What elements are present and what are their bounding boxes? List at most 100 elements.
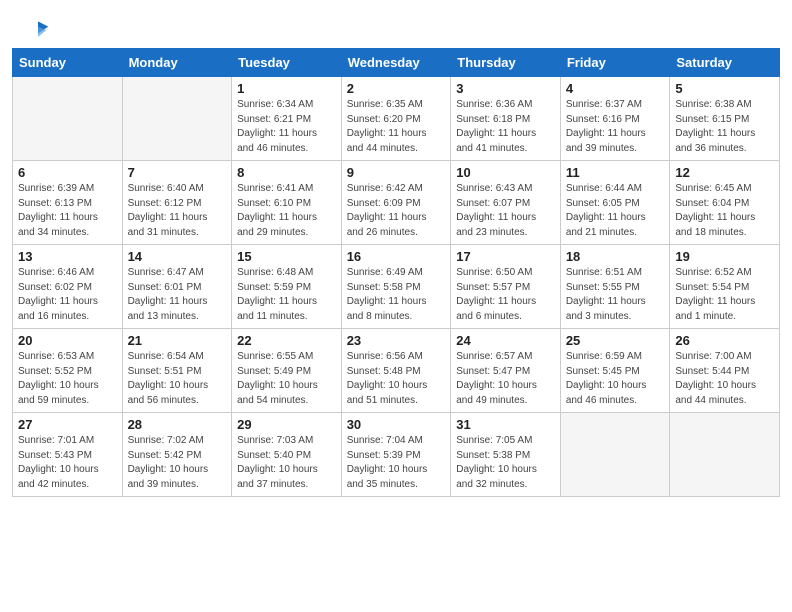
day-number: 27 [18,417,117,432]
day-info: Sunrise: 6:45 AM Sunset: 6:04 PM Dayligh… [675,182,774,240]
day-info: Sunrise: 6:59 AM Sunset: 5:45 PM Dayligh… [566,350,665,408]
calendar-cell: 1 Sunrise: 6:34 AM Sunset: 6:21 PM Daylig… [232,77,342,161]
day-info: Sunrise: 6:52 AM Sunset: 5:54 PM Dayligh… [675,266,774,324]
calendar-cell: 10 Sunrise: 6:43 AM Sunset: 6:07 PM Dayli… [451,161,561,245]
day-number: 31 [456,417,555,432]
calendar-cell: 3 Sunrise: 6:36 AM Sunset: 6:18 PM Daylig… [451,77,561,161]
day-info: Sunrise: 6:47 AM Sunset: 6:01 PM Dayligh… [128,266,227,324]
weekday-header: Thursday [451,49,561,77]
weekday-header: Saturday [670,49,780,77]
calendar-cell: 28 Sunrise: 7:02 AM Sunset: 5:42 PM Dayli… [122,413,232,497]
day-number: 29 [237,417,336,432]
day-number: 25 [566,333,665,348]
day-number: 15 [237,249,336,264]
day-number: 30 [347,417,446,432]
day-number: 19 [675,249,774,264]
day-number: 28 [128,417,227,432]
calendar-cell: 24 Sunrise: 6:57 AM Sunset: 5:47 PM Dayli… [451,329,561,413]
calendar-table: SundayMondayTuesdayWednesdayThursdayFrid… [12,48,780,497]
calendar-cell: 4Sunrise: 6:37 AM Sunset: 6:16 PM Daylig… [560,77,670,161]
calendar-wrap: SundayMondayTuesdayWednesdayThursdayFrid… [0,48,792,507]
calendar-cell: 12 Sunrise: 6:45 AM Sunset: 6:04 PM Dayli… [670,161,780,245]
weekday-header: Friday [560,49,670,77]
day-info: Sunrise: 6:54 AM Sunset: 5:51 PM Dayligh… [128,350,227,408]
day-number: 26 [675,333,774,348]
calendar-cell: 19 Sunrise: 6:52 AM Sunset: 5:54 PM Dayli… [670,245,780,329]
day-number: 16 [347,249,446,264]
calendar-cell: 27 Sunrise: 7:01 AM Sunset: 5:43 PM Dayli… [13,413,123,497]
day-info: Sunrise: 6:57 AM Sunset: 5:47 PM Dayligh… [456,350,555,408]
calendar-cell: 31 Sunrise: 7:05 AM Sunset: 5:38 PM Dayli… [451,413,561,497]
day-number: 12 [675,165,774,180]
calendar-header-row: SundayMondayTuesdayWednesdayThursdayFrid… [13,49,780,77]
day-info: Sunrise: 6:44 AM Sunset: 6:05 PM Dayligh… [566,182,665,240]
day-number: 21 [128,333,227,348]
page: SundayMondayTuesdayWednesdayThursdayFrid… [0,0,792,612]
day-number: 2 [347,81,446,96]
calendar-cell [670,413,780,497]
calendar-week-row: 20 Sunrise: 6:53 AM Sunset: 5:52 PM Dayli… [13,329,780,413]
day-number: 23 [347,333,446,348]
day-info: Sunrise: 6:34 AM Sunset: 6:21 PM Dayligh… [237,98,336,156]
calendar-cell: 6 Sunrise: 6:39 AM Sunset: 6:13 PM Daylig… [13,161,123,245]
calendar-cell [560,413,670,497]
day-number: 22 [237,333,336,348]
weekday-header: Monday [122,49,232,77]
day-number: 5 [675,81,774,96]
calendar-cell: 8Sunrise: 6:41 AM Sunset: 6:10 PM Daylig… [232,161,342,245]
calendar-cell: 30 Sunrise: 7:04 AM Sunset: 5:39 PM Dayli… [341,413,451,497]
day-number: 9 [347,165,446,180]
calendar-cell: 21 Sunrise: 6:54 AM Sunset: 5:51 PM Dayli… [122,329,232,413]
day-info: Sunrise: 7:00 AM Sunset: 5:44 PM Dayligh… [675,350,774,408]
day-number: 3 [456,81,555,96]
day-info: Sunrise: 6:36 AM Sunset: 6:18 PM Dayligh… [456,98,555,156]
day-info: Sunrise: 7:02 AM Sunset: 5:42 PM Dayligh… [128,434,227,492]
day-info: Sunrise: 6:42 AM Sunset: 6:09 PM Dayligh… [347,182,446,240]
day-number: 4 [566,81,665,96]
calendar-cell: 18Sunrise: 6:51 AM Sunset: 5:55 PM Dayli… [560,245,670,329]
weekday-header: Wednesday [341,49,451,77]
logo [24,18,50,38]
day-info: Sunrise: 6:48 AM Sunset: 5:59 PM Dayligh… [237,266,336,324]
calendar-week-row: 1 Sunrise: 6:34 AM Sunset: 6:21 PM Daylig… [13,77,780,161]
day-info: Sunrise: 7:01 AM Sunset: 5:43 PM Dayligh… [18,434,117,492]
day-info: Sunrise: 6:39 AM Sunset: 6:13 PM Dayligh… [18,182,117,240]
calendar-cell [122,77,232,161]
calendar-cell [13,77,123,161]
day-info: Sunrise: 6:51 AM Sunset: 5:55 PM Dayligh… [566,266,665,324]
day-number: 24 [456,333,555,348]
calendar-cell: 15 Sunrise: 6:48 AM Sunset: 5:59 PM Dayli… [232,245,342,329]
day-info: Sunrise: 7:04 AM Sunset: 5:39 PM Dayligh… [347,434,446,492]
day-number: 7 [128,165,227,180]
calendar-cell: 7Sunrise: 6:40 AM Sunset: 6:12 PM Daylig… [122,161,232,245]
day-number: 13 [18,249,117,264]
day-number: 17 [456,249,555,264]
day-number: 20 [18,333,117,348]
day-info: Sunrise: 6:55 AM Sunset: 5:49 PM Dayligh… [237,350,336,408]
day-info: Sunrise: 6:46 AM Sunset: 6:02 PM Dayligh… [18,266,117,324]
day-number: 10 [456,165,555,180]
day-number: 1 [237,81,336,96]
calendar-cell: 2 Sunrise: 6:35 AM Sunset: 6:20 PM Daylig… [341,77,451,161]
calendar-cell: 17Sunrise: 6:50 AM Sunset: 5:57 PM Dayli… [451,245,561,329]
day-info: Sunrise: 6:35 AM Sunset: 6:20 PM Dayligh… [347,98,446,156]
weekday-header: Tuesday [232,49,342,77]
calendar-week-row: 13 Sunrise: 6:46 AM Sunset: 6:02 PM Dayli… [13,245,780,329]
calendar-cell: 20 Sunrise: 6:53 AM Sunset: 5:52 PM Dayli… [13,329,123,413]
day-number: 11 [566,165,665,180]
calendar-cell: 29 Sunrise: 7:03 AM Sunset: 5:40 PM Dayli… [232,413,342,497]
day-info: Sunrise: 6:49 AM Sunset: 5:58 PM Dayligh… [347,266,446,324]
logo-icon [26,18,50,42]
day-number: 6 [18,165,117,180]
day-info: Sunrise: 6:43 AM Sunset: 6:07 PM Dayligh… [456,182,555,240]
day-number: 14 [128,249,227,264]
day-info: Sunrise: 6:56 AM Sunset: 5:48 PM Dayligh… [347,350,446,408]
calendar-cell: 23 Sunrise: 6:56 AM Sunset: 5:48 PM Dayli… [341,329,451,413]
weekday-header: Sunday [13,49,123,77]
calendar-cell: 16 Sunrise: 6:49 AM Sunset: 5:58 PM Dayli… [341,245,451,329]
calendar-cell: 25 Sunrise: 6:59 AM Sunset: 5:45 PM Dayli… [560,329,670,413]
day-info: Sunrise: 6:53 AM Sunset: 5:52 PM Dayligh… [18,350,117,408]
day-info: Sunrise: 7:03 AM Sunset: 5:40 PM Dayligh… [237,434,336,492]
day-number: 8 [237,165,336,180]
day-info: Sunrise: 7:05 AM Sunset: 5:38 PM Dayligh… [456,434,555,492]
